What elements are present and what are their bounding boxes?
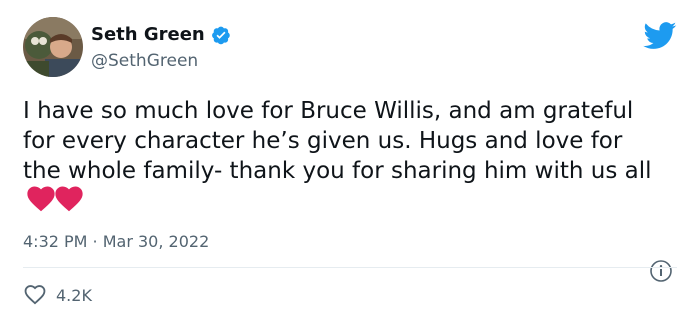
- heart-emoji-group: [27, 186, 83, 220]
- heart-outline-icon[interactable]: [24, 285, 46, 305]
- tweet-text: I have so much love for Bruce Willis, an…: [23, 96, 663, 220]
- like-button[interactable]: 4.2K: [24, 285, 92, 305]
- tweet-body: I have so much love for Bruce Willis, an…: [23, 98, 652, 184]
- tweet-timestamp[interactable]: 4:32 PM · Mar 30, 2022: [23, 232, 209, 251]
- tweet-card: Seth Green @SethGreen I have so much lov…: [0, 0, 700, 318]
- user-handle[interactable]: @SethGreen: [91, 51, 198, 71]
- twitter-bird-icon[interactable]: [643, 22, 677, 50]
- divider: [23, 267, 677, 268]
- verified-badge-icon: [211, 25, 231, 45]
- display-name[interactable]: Seth Green: [91, 24, 205, 45]
- red-heart-icon: [27, 186, 55, 212]
- like-count: 4.2K: [56, 285, 92, 305]
- info-icon[interactable]: [649, 259, 673, 283]
- avatar[interactable]: [23, 17, 83, 77]
- red-heart-icon: [55, 186, 83, 212]
